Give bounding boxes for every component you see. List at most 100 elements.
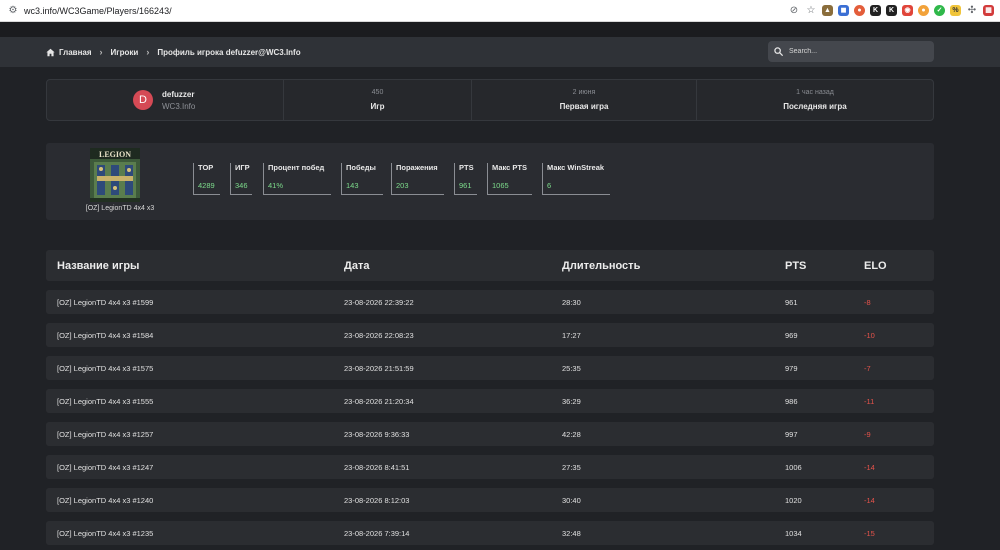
game-stat-pts: PTS 961	[454, 163, 477, 195]
user-site: WC3.Info	[162, 101, 196, 111]
table-row[interactable]: [OZ] LegionTD 4x4 x3 #1555 23-08-2026 21…	[46, 389, 934, 413]
cell-game-name[interactable]: [OZ] LegionTD 4x4 x3 #1240	[57, 496, 153, 505]
table-row[interactable]: [OZ] LegionTD 4x4 x3 #1257 23-08-2026 9:…	[46, 422, 934, 446]
table-row[interactable]: [OZ] LegionTD 4x4 x3 #1247 23-08-2026 8:…	[46, 455, 934, 479]
user-info: defuzzer WC3.Info	[162, 90, 195, 111]
user-name: defuzzer	[162, 89, 195, 99]
breadcrumb: Главная › Игроки › Профиль игрока defuzz…	[46, 37, 301, 67]
cell-elo: -8	[864, 298, 871, 307]
breadcrumb-players-link[interactable]: Игроки	[111, 48, 139, 57]
table-row[interactable]: [OZ] LegionTD 4x4 x3 #1240 23-08-2026 8:…	[46, 488, 934, 512]
cell-date: 23-08-2026 8:41:51	[344, 463, 410, 472]
table-header: Название игры Дата Длительность PTS ELO	[46, 250, 934, 281]
site-navbar: Главная › Игроки › Профиль игрока defuzz…	[0, 37, 1000, 67]
game-name[interactable]: [OZ] LegionTD 4x4 x3	[56, 205, 184, 212]
game-stat-label: ИГР	[235, 163, 250, 172]
game-stat-value: 1065	[492, 181, 509, 190]
cell-date: 23-08-2026 22:39:22	[344, 298, 414, 307]
chevron-right-icon: ›	[146, 47, 150, 57]
game-stat-label: PTS	[459, 163, 474, 172]
extension-icon-6[interactable]: ◉	[902, 5, 913, 16]
column-header-date[interactable]: Дата	[344, 260, 369, 272]
breadcrumb-current-page: Профиль игрока defuzzer@WC3.Info	[157, 47, 301, 57]
extensions-puzzle-icon[interactable]: ✣	[966, 5, 978, 16]
table-row[interactable]: [OZ] LegionTD 4x4 x3 #1584 23-08-2026 22…	[46, 323, 934, 347]
cell-date: 23-08-2026 22:08:23	[344, 331, 414, 340]
cell-game-name[interactable]: [OZ] LegionTD 4x4 x3 #1599	[57, 298, 153, 307]
extension-icon-4[interactable]: K	[870, 5, 881, 16]
extension-icon-1[interactable]: ▲	[822, 5, 833, 16]
legion-td-logo[interactable]: LEGION	[90, 148, 140, 202]
column-header-pts[interactable]: PTS	[785, 260, 806, 272]
extension-icon-3[interactable]: ●	[854, 5, 865, 16]
breadcrumb-home-link[interactable]: Главная	[59, 48, 92, 57]
column-header-game-name[interactable]: Название игры	[57, 260, 139, 272]
cell-duration: 17:27	[562, 331, 581, 340]
table-row[interactable]: [OZ] LegionTD 4x4 x3 #1235 23-08-2026 7:…	[46, 521, 934, 545]
avatar: D	[133, 90, 153, 110]
game-stat-max-pts: Макс PTS 1065	[487, 163, 532, 195]
stat-label: Последняя игра	[783, 102, 847, 111]
cell-pts: 969	[785, 331, 798, 340]
cell-date: 23-08-2026 9:36:33	[344, 430, 410, 439]
cell-duration: 25:35	[562, 364, 581, 373]
eye-off-icon[interactable]: ⊘	[788, 5, 800, 16]
game-stat-value: 143	[346, 181, 359, 190]
stat-value: 1 час назад	[796, 89, 834, 96]
table-row[interactable]: [OZ] LegionTD 4x4 x3 #1575 23-08-2026 21…	[46, 356, 934, 380]
profile-user-cell: D defuzzer WC3.Info	[47, 80, 284, 120]
cell-elo: -11	[864, 397, 875, 406]
search-box[interactable]	[768, 41, 934, 62]
extension-icon-7[interactable]: ●	[918, 5, 929, 16]
game-stat-label: TOP	[198, 163, 214, 172]
svg-text:LEGION: LEGION	[99, 150, 131, 159]
game-stat-games: ИГР 346	[230, 163, 252, 195]
cell-game-name[interactable]: [OZ] LegionTD 4x4 x3 #1575	[57, 364, 153, 373]
cell-date: 23-08-2026 8:12:03	[344, 496, 410, 505]
cell-duration: 28:30	[562, 298, 581, 307]
cell-duration: 42:28	[562, 430, 581, 439]
stat-value: 450	[371, 89, 384, 96]
page-top-strip	[0, 22, 1000, 37]
cell-pts: 986	[785, 397, 798, 406]
extension-icon-2[interactable]: ◼	[838, 5, 849, 16]
cell-duration: 36:29	[562, 397, 581, 406]
cell-game-name[interactable]: [OZ] LegionTD 4x4 x3 #1235	[57, 529, 153, 538]
cell-pts: 1006	[785, 463, 802, 472]
table-row[interactable]: [OZ] LegionTD 4x4 x3 #1599 23-08-2026 22…	[46, 290, 934, 314]
game-stat-label: Макс WinStreak	[547, 163, 605, 172]
cell-game-name[interactable]: [OZ] LegionTD 4x4 x3 #1257	[57, 430, 153, 439]
game-stat-value: 346	[235, 181, 248, 190]
cell-duration: 27:35	[562, 463, 581, 472]
chevron-right-icon: ›	[99, 47, 103, 57]
cell-pts: 997	[785, 430, 798, 439]
cell-game-name[interactable]: [OZ] LegionTD 4x4 x3 #1584	[57, 331, 153, 340]
column-header-elo[interactable]: ELO	[864, 260, 887, 272]
extension-icon-5[interactable]: K	[886, 5, 897, 16]
cell-game-name[interactable]: [OZ] LegionTD 4x4 x3 #1555	[57, 397, 153, 406]
cell-elo: -10	[864, 331, 875, 340]
cell-elo: -14	[864, 463, 875, 472]
browser-toolbar: ⚙ wc3.info/WC3Game/Players/166243/ ⊘ ☆ ▲…	[0, 0, 1000, 22]
game-stat-losses: Поражения 203	[391, 163, 444, 195]
column-header-duration[interactable]: Длительность	[562, 260, 640, 272]
extension-icon-10[interactable]: ▦	[983, 5, 994, 16]
cell-date: 23-08-2026 21:51:59	[344, 364, 414, 373]
site-info-icon[interactable]: ⚙	[4, 5, 22, 16]
bookmark-star-icon[interactable]: ☆	[805, 5, 817, 16]
cell-pts: 1020	[785, 496, 802, 505]
stat-value: 2 июня	[572, 89, 596, 96]
game-stat-value: 4289	[198, 181, 215, 190]
extension-icon-9[interactable]: %	[950, 5, 961, 16]
game-stat-value: 41%	[268, 181, 284, 190]
cell-game-name[interactable]: [OZ] LegionTD 4x4 x3 #1247	[57, 463, 153, 472]
address-bar[interactable]: wc3.info/WC3Game/Players/166243/	[24, 6, 172, 16]
home-icon	[46, 48, 55, 56]
profile-summary-card: D defuzzer WC3.Info 450 Игр 2 июня Перва…	[46, 79, 934, 121]
game-stat-wins: Победы 143	[341, 163, 383, 195]
extension-icon-8[interactable]: ✓	[934, 5, 945, 16]
search-input[interactable]	[789, 48, 929, 55]
stat-label: Игр	[370, 102, 385, 111]
game-stat-value: 961	[459, 181, 472, 190]
stat-first-game: 2 июня Первая игра	[472, 80, 697, 120]
